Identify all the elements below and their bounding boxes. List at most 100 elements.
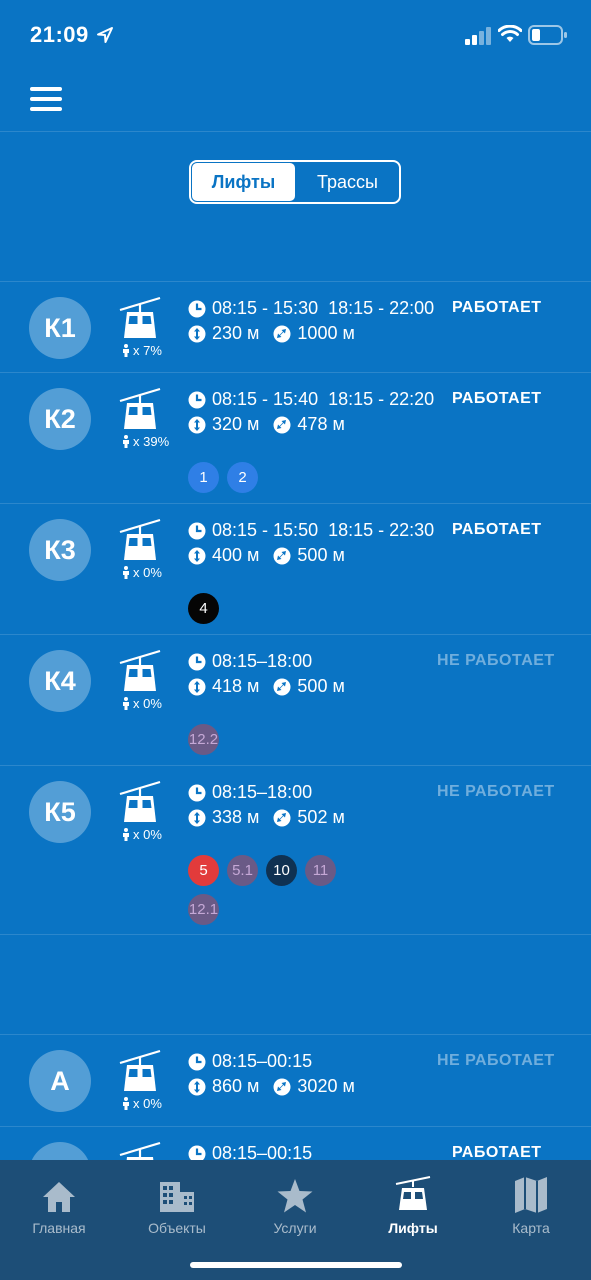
lift-name: К3 bbox=[44, 534, 76, 565]
working-hours: 08:15–18:00 bbox=[212, 782, 313, 802]
header-divider bbox=[0, 131, 591, 132]
tab-home[interactable]: Главная bbox=[0, 1170, 118, 1236]
tab-lifts-nav[interactable]: Лифты bbox=[354, 1170, 472, 1236]
hours-line: 08:15–18:00 bbox=[188, 651, 312, 672]
lift-name: К1 bbox=[44, 312, 76, 343]
length-icon bbox=[273, 678, 291, 695]
trail-badges: 12 bbox=[188, 462, 348, 493]
lift-row[interactable]: К3 x 0% 08:15 - 15:50 18:15 - 22:30 400 м 50… bbox=[0, 504, 591, 635]
working-hours: 08:15 - 15:50 18:15 - 22:30 bbox=[212, 520, 435, 540]
occupancy-value: x 0% bbox=[133, 827, 162, 842]
lift-row[interactable]: Аx 0% 08:15–00:15 860 м 3020 м НЕ РАБОТАЕТ bbox=[0, 1035, 591, 1127]
location-arrow-icon bbox=[97, 27, 113, 43]
lift-height: 320 м bbox=[212, 414, 260, 434]
vertical-height-icon bbox=[188, 809, 206, 826]
gondola-lift-icon bbox=[119, 1049, 161, 1091]
occupancy: x 0% bbox=[122, 827, 162, 842]
lift-row[interactable]: К2 x 39% 08:15 - 15:40 18:15 - 22:20 320 м 4… bbox=[0, 373, 591, 504]
length-icon bbox=[273, 547, 291, 564]
trail-badge[interactable]: 12.1 bbox=[188, 894, 219, 925]
occupancy-value: x 7% bbox=[133, 343, 162, 358]
divider bbox=[0, 1034, 591, 1035]
clock-icon bbox=[188, 522, 206, 539]
vertical-height-icon bbox=[188, 1078, 206, 1095]
trail-badge[interactable]: 5 bbox=[188, 855, 219, 886]
person-icon bbox=[123, 1097, 129, 1110]
lift-status: НЕ РАБОТАЕТ bbox=[437, 652, 555, 669]
tab-label: Услуги bbox=[273, 1220, 317, 1236]
lift-length: 3020 м bbox=[297, 1076, 355, 1096]
lift-length: 502 м bbox=[297, 807, 345, 827]
lift-icon-wrap bbox=[118, 387, 162, 438]
trail-badge[interactable]: 5.1 bbox=[227, 855, 258, 886]
cellular-signal-icon bbox=[465, 27, 491, 45]
dimensions-line: 860 м 3020 м bbox=[188, 1076, 355, 1097]
menu-button[interactable] bbox=[30, 87, 62, 113]
hours-line: 08:15 - 15:50 18:15 - 22:30 bbox=[188, 520, 434, 541]
gondola-lift-icon bbox=[119, 780, 161, 822]
occupancy: x 0% bbox=[122, 1096, 162, 1111]
lift-status: НЕ РАБОТАЕТ bbox=[437, 1052, 555, 1069]
lift-icon-wrap bbox=[118, 296, 162, 347]
tab-label: Главная bbox=[32, 1220, 86, 1236]
lift-row[interactable]: К4 x 0% 08:15–18:00 418 м 500 м НЕ РАБОТАЕТ 12… bbox=[0, 635, 591, 766]
dimensions-line: 418 м 500 м bbox=[188, 676, 345, 697]
trail-badge[interactable]: 10 bbox=[266, 855, 297, 886]
trail-badge[interactable]: 12.2 bbox=[188, 724, 219, 755]
trail-badge[interactable]: 4 bbox=[188, 593, 219, 624]
star-icon bbox=[277, 1179, 313, 1213]
dimensions-line: 338 м 502 м bbox=[188, 807, 345, 828]
tab-objects[interactable]: Объекты bbox=[118, 1170, 236, 1236]
lift-length: 500 м bbox=[297, 676, 345, 696]
lift-length: 478 м bbox=[297, 414, 345, 434]
hours-line: 08:15–18:00 bbox=[188, 782, 312, 803]
lift-name: К4 bbox=[44, 665, 76, 696]
status-bar: 21:09 bbox=[0, 0, 591, 70]
lift-icon-wrap bbox=[118, 518, 162, 569]
clock-icon bbox=[188, 391, 206, 408]
lift-name-badge: К4 bbox=[29, 650, 91, 712]
vertical-height-icon bbox=[188, 325, 206, 342]
occupancy-value: x 39% bbox=[133, 434, 170, 449]
working-hours: 08:15–00:15 bbox=[212, 1051, 313, 1071]
home-icon bbox=[43, 1182, 75, 1212]
tab-lifts[interactable]: Лифты bbox=[192, 163, 295, 201]
trail-badge[interactable]: 1 bbox=[188, 462, 219, 493]
clock-icon bbox=[188, 1053, 206, 1070]
trail-badge[interactable]: 2 bbox=[227, 462, 258, 493]
length-icon bbox=[273, 416, 291, 433]
lift-name: А bbox=[50, 1065, 70, 1096]
gondola-lift-icon bbox=[119, 296, 161, 338]
clock-icon bbox=[188, 784, 206, 801]
clock-icon bbox=[188, 300, 206, 317]
dimensions-line: 320 м 478 м bbox=[188, 414, 345, 435]
home-indicator bbox=[190, 1262, 402, 1268]
lift-status: РАБОТАЕТ bbox=[452, 390, 542, 407]
lift-row[interactable]: К5 x 0% 08:15–18:00 338 м 502 м НЕ РАБОТАЕТ 5 5… bbox=[0, 766, 591, 935]
occupancy-value: x 0% bbox=[133, 696, 162, 711]
gondola-icon bbox=[395, 1176, 431, 1210]
lift-status: РАБОТАЕТ bbox=[452, 299, 542, 316]
trail-badges: 4 bbox=[188, 593, 348, 624]
vertical-height-icon bbox=[188, 547, 206, 564]
lift-name: К2 bbox=[44, 403, 76, 434]
trail-badge[interactable]: 11 bbox=[305, 855, 336, 886]
gondola-lift-icon bbox=[119, 518, 161, 560]
tab-map[interactable]: Карта bbox=[472, 1170, 590, 1236]
lift-status: НЕ РАБОТАЕТ bbox=[437, 783, 555, 800]
clock: 21:09 bbox=[30, 22, 89, 47]
occupancy: x 7% bbox=[122, 343, 162, 358]
tab-trails[interactable]: Трассы bbox=[296, 162, 399, 202]
hours-line: 08:15 - 15:30 18:15 - 22:00 bbox=[188, 298, 434, 319]
lift-row[interactable]: К1 x 7% 08:15 - 15:30 18:15 - 22:00 230 м 10… bbox=[0, 282, 591, 373]
dimensions-line: 400 м 500 м bbox=[188, 545, 345, 566]
tab-services[interactable]: Услуги bbox=[236, 1170, 354, 1236]
length-icon bbox=[273, 325, 291, 342]
tab-label: Лифты bbox=[388, 1220, 438, 1236]
battery-icon bbox=[528, 25, 567, 45]
person-icon bbox=[123, 566, 129, 579]
lift-height: 418 м bbox=[212, 676, 260, 696]
gondola-lift-icon bbox=[119, 387, 161, 429]
person-icon bbox=[123, 344, 129, 357]
length-icon bbox=[273, 809, 291, 826]
